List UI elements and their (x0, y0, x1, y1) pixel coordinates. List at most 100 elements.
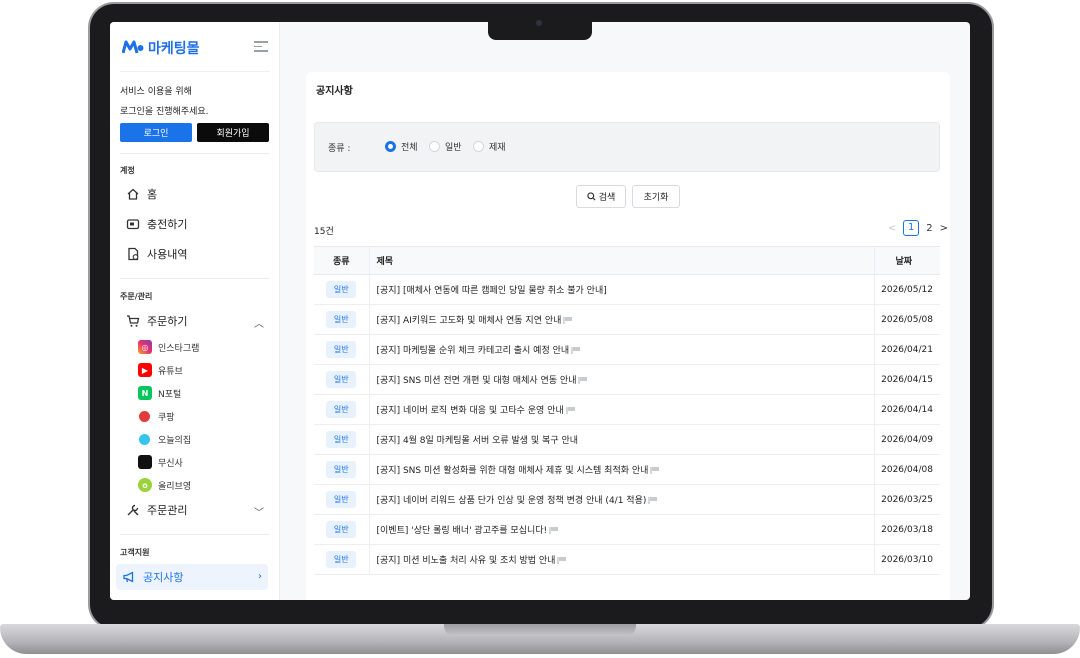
chevron-up-icon[interactable]: ︿ (254, 315, 264, 330)
page-button[interactable]: 2 (926, 223, 932, 234)
search-button[interactable]: 검색 (576, 185, 626, 208)
date-cell: 2026/04/14 (873, 394, 940, 425)
title-cell[interactable]: [이벤트] '상단 롤링 배너' 광고주를 모십니다! (369, 514, 874, 545)
notice-title-link[interactable]: [공지] 네이버 리워드 상품 단가 인상 및 운영 정책 변경 안내 (4/1… (377, 496, 647, 506)
type-cell: 일반 (314, 394, 370, 425)
flag-icon (650, 467, 660, 474)
table-row[interactable]: 일반 [공지] SNS 미션 전면 개편 및 대형 매체사 연동 안내 2026/0… (314, 364, 940, 395)
sidebar-item-label: 사용내역 (147, 248, 188, 261)
sidebar-sub-coupang[interactable]: 쿠팡 (138, 407, 175, 425)
table-row[interactable]: 일반 [공지] 4월 8일 마케팅몰 서버 오류 발생 및 복구 안내 2026/0… (314, 424, 940, 455)
notice-card: 공지사항 종류 : 전체 일반 제재 검색 초기화 15건 < 1 2 > 종류… (306, 72, 950, 600)
column-header-date: 날짜 (873, 246, 940, 275)
type-cell: 일반 (314, 514, 370, 545)
title-cell[interactable]: [공지] 미션 비노출 처리 사유 및 조치 방법 안내 (369, 544, 874, 575)
sidebar-item-charge[interactable]: 충전하기 (120, 212, 270, 236)
logo-icon (122, 40, 144, 54)
section-support: 고객지원 (120, 548, 150, 557)
sidebar-item-order[interactable]: 주문하기 ︿ (120, 309, 270, 333)
date-cell: 2026/03/25 (873, 484, 940, 515)
radio-label: 전체 (401, 143, 418, 153)
type-cell: 일반 (314, 484, 370, 515)
type-badge: 일반 (326, 461, 357, 478)
flag-icon (648, 497, 658, 504)
sidebar-item-label: 충전하기 (147, 218, 188, 231)
radio-dot (385, 141, 396, 152)
type-badge: 일반 (326, 401, 357, 418)
login-button[interactable]: 로그인 (120, 123, 192, 142)
camera-notch (488, 14, 592, 40)
notice-title-link[interactable]: [이벤트] '상단 롤링 배너' 광고주를 모십니다! (377, 526, 548, 536)
logo[interactable]: 마케팅몰 (122, 38, 268, 58)
sidebar-collapse-icon[interactable] (254, 41, 268, 53)
title-cell[interactable]: [공지] [매체사 연동에 따른 캠페인 당일 물량 취소 불가 안내] (369, 274, 874, 305)
sidebar-item-manage[interactable]: 주문관리 ﹀ (120, 498, 270, 522)
megaphone-icon (123, 571, 134, 583)
notice-title-link[interactable]: [공지] 마케팅몰 순위 체크 카테고리 출시 예정 안내 (377, 346, 570, 356)
type-badge: 일반 (326, 431, 357, 448)
notice-title-link[interactable]: [공지] SNS 미션 활성화를 위한 대형 매체사 제휴 및 시스템 최적화 … (377, 466, 649, 476)
sidebar-sub-musinsa[interactable]: 무신사 (138, 453, 183, 471)
table-row[interactable]: 일반 [공지] AI키워드 고도화 및 매체사 연동 지연 안내 2026/05/0… (314, 304, 940, 335)
type-cell: 일반 (314, 364, 370, 395)
notice-title-link[interactable]: [공지] 미션 비노출 처리 사유 및 조치 방법 안내 (377, 556, 556, 566)
filter-box: 종류 : 전체 일반 제재 (314, 122, 940, 172)
next-page-button[interactable]: > (940, 223, 948, 234)
prev-page-button[interactable]: < (888, 223, 896, 234)
flag-icon (571, 347, 581, 354)
notice-title-link[interactable]: [공지] 네이버 로직 변화 대응 및 고타수 운영 안내 (377, 406, 564, 416)
join-button[interactable]: 회원가입 (197, 123, 269, 142)
sidebar-item-history[interactable]: 사용내역 (120, 242, 270, 266)
radio-all[interactable]: 전체 (385, 140, 418, 153)
date-cell: 2026/04/15 (873, 364, 940, 395)
table-row[interactable]: 일반 [이벤트] '상단 롤링 배너' 광고주를 모십니다! 2026/03/18 (314, 514, 940, 545)
type-cell: 일반 (314, 424, 370, 455)
sidebar-sub-ohouse[interactable]: 오늘의집 (138, 430, 191, 448)
flag-icon (578, 377, 588, 384)
column-header-type: 종류 (314, 246, 370, 275)
naver-icon: N (138, 386, 152, 400)
table-row[interactable]: 일반 [공지] 마케팅몰 순위 체크 카테고리 출시 예정 안내 2026/04/2… (314, 334, 940, 365)
sidebar-item-notice[interactable]: 공지사항 › (116, 564, 268, 590)
sidebar-sub-youtube[interactable]: ▶ 유튜브 (138, 361, 183, 379)
title-cell[interactable]: [공지] 네이버 리워드 상품 단가 인상 및 운영 정책 변경 안내 (4/1… (369, 484, 874, 515)
sidebar-sub-instagram[interactable]: ◎ 인스타그램 (138, 338, 199, 356)
type-cell: 일반 (314, 274, 370, 305)
type-badge: 일반 (326, 311, 357, 328)
radio-label: 일반 (445, 143, 462, 153)
title-cell[interactable]: [공지] 마케팅몰 순위 체크 카테고리 출시 예정 안내 (369, 334, 874, 365)
radio-general[interactable]: 일반 (429, 140, 462, 153)
divider (120, 153, 270, 154)
table-row[interactable]: 일반 [공지] [매체사 연동에 따른 캠페인 당일 물량 취소 불가 안내] 20… (314, 274, 940, 305)
page-button-current[interactable]: 1 (903, 220, 920, 236)
table-row[interactable]: 일반 [공지] SNS 미션 활성화를 위한 대형 매체사 제휴 및 시스템 최적… (314, 454, 940, 485)
notice-title-link[interactable]: [공지] AI키워드 고도화 및 매체사 연동 지연 안내 (377, 316, 562, 326)
title-cell[interactable]: [공지] AI키워드 고도화 및 매체사 연동 지연 안내 (369, 304, 874, 335)
title-cell[interactable]: [공지] 4월 8일 마케팅몰 서버 오류 발생 및 복구 안내 (369, 424, 874, 455)
table-row[interactable]: 일반 [공지] 네이버 로직 변화 대응 및 고타수 운영 안내 2026/04/1… (314, 394, 940, 425)
radio-sanction[interactable]: 제재 (473, 140, 506, 153)
radio-dot (429, 141, 440, 152)
sidebar: 마케팅몰 서비스 이용을 위해 로그인을 진행해주세요. 로그인 회원가입 계정… (110, 22, 280, 600)
notice-table: 종류 제목 날짜 일반 [공지] [매체사 연동에 따른 캠페인 당일 물량 취소… (314, 246, 940, 575)
page-title: 공지사항 (316, 86, 353, 97)
notice-title-link[interactable]: [공지] SNS 미션 전면 개편 및 대형 매체사 연동 안내 (377, 376, 577, 386)
flag-icon (549, 527, 559, 534)
notice-title-link[interactable]: [공지] 4월 8일 마케팅몰 서버 오류 발생 및 복구 안내 (377, 436, 579, 446)
chevron-down-icon[interactable]: ﹀ (254, 504, 264, 519)
title-cell[interactable]: [공지] SNS 미션 활성화를 위한 대형 매체사 제휴 및 시스템 최적화 … (369, 454, 874, 485)
camera-icon (536, 20, 542, 26)
login-prompt-line2: 로그인을 진행해주세요. (120, 107, 209, 117)
title-cell[interactable]: [공지] SNS 미션 전면 개편 및 대형 매체사 연동 안내 (369, 364, 874, 395)
sidebar-sub-oliveyoung[interactable]: o 올리브영 (138, 476, 191, 494)
table-row[interactable]: 일반 [공지] 네이버 리워드 상품 단가 인상 및 운영 정책 변경 안내 (4… (314, 484, 940, 515)
sidebar-sub-naver[interactable]: N N포털 (138, 384, 181, 402)
filter-label: 종류 : (328, 144, 351, 154)
reset-button[interactable]: 초기화 (632, 185, 680, 208)
type-badge: 일반 (326, 371, 357, 388)
sidebar-item-home[interactable]: 홈 (120, 182, 270, 206)
notice-title-link[interactable]: [공지] [매체사 연동에 따른 캠페인 당일 물량 취소 불가 안내] (377, 286, 607, 296)
radio-dot (473, 141, 484, 152)
title-cell[interactable]: [공지] 네이버 로직 변화 대응 및 고타수 운영 안내 (369, 394, 874, 425)
table-row[interactable]: 일반 [공지] 미션 비노출 처리 사유 및 조치 방법 안내 2026/03/10 (314, 544, 940, 575)
